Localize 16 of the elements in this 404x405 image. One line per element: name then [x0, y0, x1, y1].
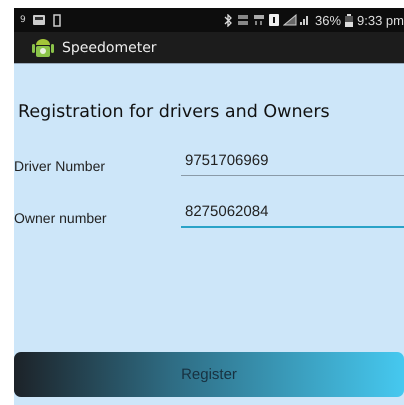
android-icon [32, 36, 54, 58]
image-icon [32, 14, 46, 26]
field-label: Driver Number [14, 158, 106, 176]
network-speed: 9 [20, 15, 26, 25]
battery-icon [345, 14, 354, 26]
app-title: Speedometer [62, 40, 157, 56]
form-heading: Registration for drivers and Owners [18, 102, 331, 122]
signal-icon [282, 14, 311, 26]
clock: 9:33 pm [357, 12, 404, 28]
battery-percent: 36% [314, 12, 342, 28]
sim-icon [268, 14, 279, 26]
number-field[interactable]: 8275062084 [181, 203, 404, 228]
field-label: Owner number [14, 210, 108, 228]
bluetooth-icon [222, 14, 233, 26]
phone-icon [52, 14, 64, 26]
number-field[interactable]: 9751706969 [181, 152, 404, 176]
